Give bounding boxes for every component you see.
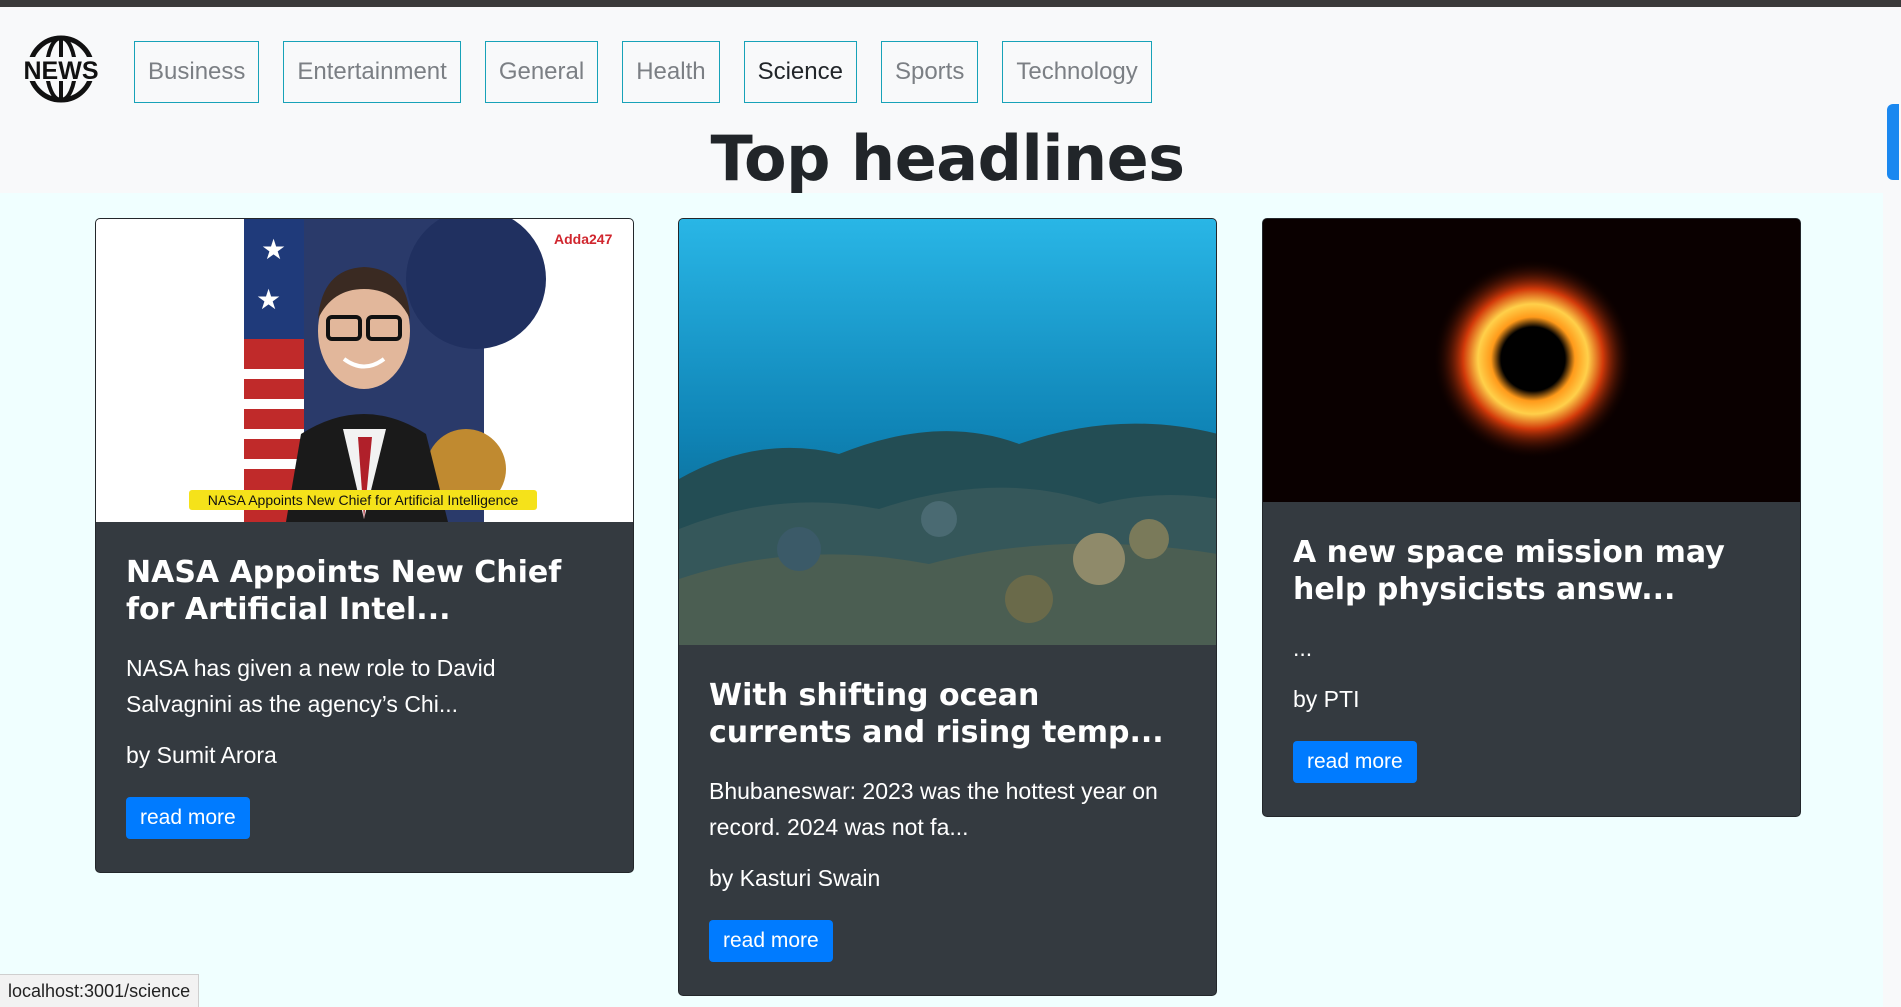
page-title: Top headlines bbox=[710, 122, 1185, 195]
article-author: by PTI bbox=[1293, 686, 1360, 712]
read-more-button[interactable]: read more bbox=[126, 797, 250, 839]
article-image: ★ ★ NASA Appoints New Chief for Artifici… bbox=[96, 219, 633, 522]
news-card: With shifting ocean currents and rising … bbox=[678, 218, 1217, 996]
article-description: Bhubaneswar: 2023 was the hottest year o… bbox=[709, 778, 1158, 840]
svg-text:NEWS: NEWS bbox=[24, 57, 99, 85]
read-more-button[interactable]: read more bbox=[1293, 741, 1417, 783]
news-card: A new space mission may help physicists … bbox=[1262, 218, 1801, 817]
svg-text:★: ★ bbox=[256, 284, 281, 315]
globe-news-logo-icon[interactable]: NEWS bbox=[20, 35, 102, 103]
article-title: With shifting ocean currents and rising … bbox=[709, 678, 1164, 750]
article-title: NASA Appoints New Chief for Artificial I… bbox=[126, 555, 562, 627]
nav-entertainment[interactable]: Entertainment bbox=[283, 41, 461, 103]
card-body: NASA Appoints New Chief for Artificial I… bbox=[96, 522, 633, 867]
article-author: by Kasturi Swain bbox=[709, 865, 881, 891]
svg-text:★: ★ bbox=[261, 234, 286, 265]
news-card: ★ ★ NASA Appoints New Chief for Artifici… bbox=[95, 218, 634, 873]
svg-text:Adda247: Adda247 bbox=[554, 231, 613, 247]
article-image bbox=[1263, 219, 1800, 502]
article-title: A new space mission may help physicists … bbox=[1293, 535, 1725, 607]
nav-general[interactable]: General bbox=[484, 41, 599, 103]
nav-science[interactable]: Science bbox=[743, 41, 857, 103]
card-body: With shifting ocean currents and rising … bbox=[679, 645, 1216, 990]
scrollbar-thumb[interactable] bbox=[1887, 104, 1899, 180]
article-author: by Sumit Arora bbox=[126, 742, 277, 768]
article-image bbox=[679, 219, 1216, 645]
svg-text:NASA Appoints New Chief for Ar: NASA Appoints New Chief for Artificial I… bbox=[208, 492, 519, 508]
nav-business[interactable]: Business bbox=[134, 41, 260, 103]
browser-top-strip bbox=[0, 0, 1901, 7]
article-description: ... bbox=[1293, 635, 1313, 661]
category-nav: Business Entertainment General Health Sc… bbox=[134, 41, 1152, 103]
nav-technology[interactable]: Technology bbox=[1002, 41, 1152, 103]
read-more-button[interactable]: read more bbox=[709, 920, 833, 962]
article-description: NASA has given a new role to David Salva… bbox=[126, 655, 496, 717]
card-body: A new space mission may help physicists … bbox=[1263, 502, 1800, 811]
nav-sports[interactable]: Sports bbox=[880, 41, 979, 103]
status-bar-url: localhost:3001/science bbox=[0, 974, 200, 1007]
nav-health[interactable]: Health bbox=[622, 41, 720, 103]
